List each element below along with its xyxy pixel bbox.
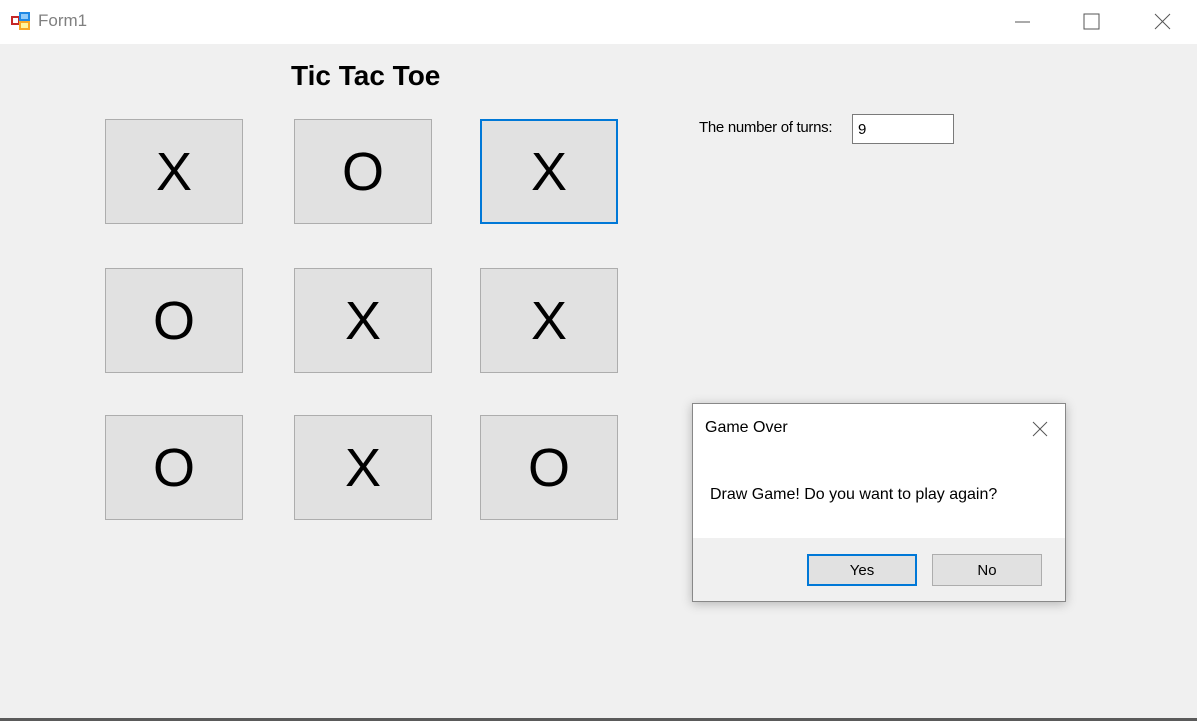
board-cell-r1-c1[interactable]: X xyxy=(105,119,243,224)
form-window: Form1 Tic Tac Toe X O X O X X O X O The … xyxy=(0,0,1197,721)
board-cell-r3-c3[interactable]: O xyxy=(480,415,618,520)
game-over-dialog: Game Over Draw Game! Do you want to play… xyxy=(692,403,1066,602)
minimize-icon[interactable] xyxy=(999,0,1045,44)
yes-button[interactable]: Yes xyxy=(807,554,917,586)
dialog-title: Game Over xyxy=(705,419,788,436)
board-cell-r3-c2[interactable]: X xyxy=(294,415,432,520)
maximize-icon[interactable] xyxy=(1068,0,1114,44)
dialog-message: Draw Game! Do you want to play again? xyxy=(710,486,998,503)
board-cell-r2-c3[interactable]: X xyxy=(480,268,618,373)
no-button[interactable]: No xyxy=(932,554,1042,586)
board-cell-r2-c2[interactable]: X xyxy=(294,268,432,373)
turns-field[interactable] xyxy=(852,114,954,144)
app-icon xyxy=(11,12,30,30)
game-title: Tic Tac Toe xyxy=(291,60,441,91)
close-icon[interactable] xyxy=(1139,0,1185,44)
dialog-close-icon[interactable] xyxy=(1025,414,1055,444)
board-cell-r2-c1[interactable]: O xyxy=(105,268,243,373)
turns-label: The number of turns: xyxy=(699,119,833,136)
board-cell-r1-c2[interactable]: O xyxy=(294,119,432,224)
title-bar[interactable]: Form1 xyxy=(0,0,1197,44)
window-title: Form1 xyxy=(38,11,88,30)
board-cell-r1-c3[interactable]: X xyxy=(480,119,618,224)
board-cell-r3-c1[interactable]: O xyxy=(105,415,243,520)
